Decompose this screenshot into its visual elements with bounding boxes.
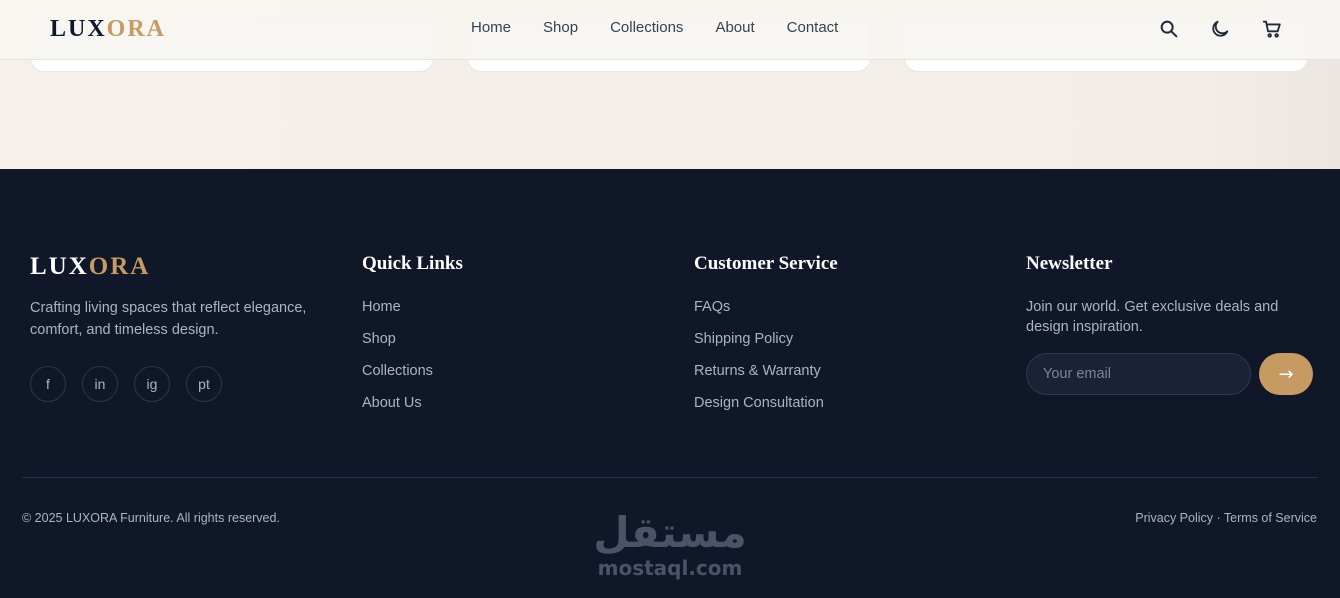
main-nav: Home Shop Collections About Contact	[471, 19, 838, 36]
logo-part-ora: ORA	[88, 253, 151, 280]
cart-icon[interactable]	[1261, 18, 1283, 40]
footer-tagline: Crafting living spaces that reflect eleg…	[30, 300, 307, 338]
search-icon[interactable]	[1158, 18, 1180, 40]
footer-link-about-us[interactable]: About Us	[362, 393, 433, 425]
copyright-text: © 2025 LUXORA Furniture. All rights rese…	[22, 511, 280, 525]
instagram-link[interactable]: ig	[134, 366, 170, 402]
newsletter-submit-button[interactable]: →	[1259, 353, 1313, 395]
customer-service-list: FAQs Shipping Policy Returns & Warranty …	[694, 297, 824, 425]
footer-link-home[interactable]: Home	[362, 297, 433, 329]
nav-about[interactable]: About	[715, 19, 754, 36]
watermark-arabic: مستقل	[593, 508, 747, 557]
logo-part-ora: ORA	[106, 16, 167, 42]
footer-link-collections[interactable]: Collections	[362, 361, 433, 393]
footer-link-shipping-policy[interactable]: Shipping Policy	[694, 329, 824, 361]
linkedin-link[interactable]: in	[82, 366, 118, 402]
nav-home[interactable]: Home	[471, 19, 511, 36]
header-logo[interactable]: LUXORA	[50, 16, 166, 43]
mostaql-watermark: مستقل mostaql.com	[590, 510, 750, 590]
quick-links-list: Home Shop Collections About Us	[362, 297, 433, 425]
watermark-latin: mostaql.com	[597, 556, 743, 580]
logo-part-lux: LUX	[30, 253, 89, 280]
nav-contact[interactable]: Contact	[787, 19, 839, 36]
pinterest-link[interactable]: pt	[186, 366, 222, 402]
quick-links-title: Quick Links	[362, 253, 463, 274]
footer-link-faqs[interactable]: FAQs	[694, 297, 824, 329]
footer-link-returns-warranty[interactable]: Returns & Warranty	[694, 361, 824, 393]
facebook-link[interactable]: f	[30, 366, 66, 402]
customer-service-title: Customer Service	[694, 253, 838, 274]
footer-link-design-consultation[interactable]: Design Consultation	[694, 393, 824, 425]
logo-part-lux: LUX	[50, 16, 107, 42]
newsletter-text: Join our world. Get exclusive deals and …	[1026, 299, 1279, 335]
footer-divider	[22, 477, 1318, 478]
social-links: f in ig pt	[30, 366, 222, 402]
nav-collections[interactable]: Collections	[610, 19, 683, 36]
site-header: LUXORA Home Shop Collections About Conta…	[0, 0, 1340, 60]
moon-icon[interactable]	[1209, 18, 1231, 40]
newsletter-email-input[interactable]	[1026, 353, 1251, 395]
legal-links[interactable]: Privacy Policy · Terms of Service	[1135, 511, 1317, 525]
nav-shop[interactable]: Shop	[543, 19, 578, 36]
newsletter-title: Newsletter	[1026, 253, 1113, 274]
footer-link-shop[interactable]: Shop	[362, 329, 433, 361]
footer-logo[interactable]: LUXORA	[30, 253, 150, 281]
